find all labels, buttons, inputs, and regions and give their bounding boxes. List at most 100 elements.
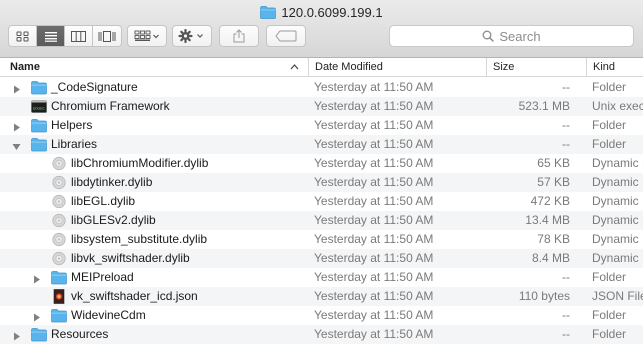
file-size: -- [562,118,570,132]
list-view-button[interactable] [37,26,65,46]
folder-icon [31,80,47,95]
svg-text:exec: exec [33,106,45,112]
file-size: -- [562,308,570,322]
unix-executable-icon: exec [31,99,47,114]
file-row[interactable]: Helpers Yesterday at 11:50 AM -- Folder [0,116,643,135]
sort-ascending-icon [290,64,299,70]
file-row[interactable]: Libraries Yesterday at 11:50 AM -- Folder [0,135,643,154]
disclosure-triangle-collapsed-icon[interactable] [32,311,41,322]
disclosure-triangle-collapsed-icon[interactable] [12,330,21,341]
icon-view-icon [16,31,29,41]
date-modified: Yesterday at 11:50 AM [314,99,434,113]
date-modified: Yesterday at 11:50 AM [314,308,434,322]
date-modified: Yesterday at 11:50 AM [314,80,434,94]
file-name: libvk_swiftshader.dylib [71,251,190,265]
file-row[interactable]: WidevineCdm Yesterday at 11:50 AM -- Folder [0,306,643,325]
arrange-button[interactable] [127,25,167,47]
file-row[interactable]: MEIPreload Yesterday at 11:50 AM -- Folder [0,268,643,287]
view-mode-segmented-control[interactable] [8,25,122,47]
date-modified: Yesterday at 11:50 AM [314,213,434,227]
file-name: libChromiumModifier.dylib [71,156,209,170]
date-modified: Yesterday at 11:50 AM [314,270,434,284]
file-row[interactable]: libsystem_substitute.dylib Yesterday at 1… [0,230,643,249]
file-size: 78 KB [537,232,570,246]
size-column-header[interactable]: Size [486,58,586,77]
file-kind: Folder [592,137,627,151]
file-row[interactable]: _CodeSignature Yesterday at 11:50 AM -- Fol… [0,78,643,97]
window-title: 120.0.6099.199.1 [0,3,643,21]
dylib-icon [51,232,67,247]
folder-icon [31,327,47,342]
column-view-button[interactable] [65,26,93,46]
dylib-icon [51,251,67,266]
disclosure-triangle-collapsed-icon[interactable] [12,83,21,94]
file-row[interactable]: vk_swiftshader_icd.json Yesterday at 11:5… [0,287,643,306]
dylib-icon [51,194,67,209]
name-column-header[interactable]: Name [4,58,304,77]
list-view-icon [44,31,57,42]
file-row[interactable]: libChromiumModifier.dylib Yesterday at 11… [0,154,643,173]
file-size: 472 KB [530,194,570,208]
file-name: libsystem_substitute.dylib [71,232,208,246]
file-name: Resources [51,327,109,341]
file-kind: Dynamic Library [592,232,643,246]
file-name: vk_swiftshader_icd.json [71,289,198,303]
file-size: -- [562,270,570,284]
dylib-icon [51,213,67,228]
disclosure-triangle-collapsed-icon[interactable] [32,273,41,284]
file-row[interactable]: exec Chromium Framework Yesterday at 11:50… [0,97,643,116]
disclosure-triangle-collapsed-icon[interactable] [12,121,21,132]
file-size: 8.4 MB [531,251,570,265]
file-kind: Dynamic Library [592,156,643,170]
file-size: -- [562,80,570,94]
file-name: libGLESv2.dylib [71,213,156,227]
file-kind: Folder [592,270,627,284]
file-row[interactable]: libGLESv2.dylib Yesterday at 11:50 AM 13.4… [0,211,643,230]
gear-icon [178,29,203,43]
date-modified: Yesterday at 11:50 AM [314,175,434,189]
file-name: WidevineCdm [71,308,146,322]
search-icon [482,30,495,42]
file-kind: Dynamic Library [592,194,643,208]
file-row[interactable]: Resources Yesterday at 11:50 AM -- Folder [0,325,643,344]
file-name: libEGL.dylib [71,194,136,208]
date-modified: Yesterday at 11:50 AM [314,289,434,303]
folder-icon [51,270,67,285]
file-kind: Unix executable [592,99,643,113]
file-row[interactable]: libdytinker.dylib Yesterday at 11:50 AM 57… [0,173,643,192]
date-modified: Yesterday at 11:50 AM [314,156,434,170]
file-name: Libraries [51,137,98,151]
file-name: Chromium Framework [51,99,170,113]
date-modified: Yesterday at 11:50 AM [314,194,434,208]
finder-toolbar: 120.0.6099.199.1 Search [0,0,643,58]
disclosure-triangle-expanded-icon[interactable] [12,140,21,150]
column-view-icon [71,30,86,42]
date-modified: Yesterday at 11:50 AM [314,118,434,132]
file-size: 57 KB [537,175,570,189]
date-modified: Yesterday at 11:50 AM [314,137,434,151]
file-name: libdytinker.dylib [71,175,153,189]
share-button[interactable] [219,25,259,47]
file-kind: Dynamic Library [592,251,643,265]
file-kind: Dynamic Library [592,213,643,227]
folder-icon [31,118,47,133]
json-file-icon [51,289,67,304]
file-name: _CodeSignature [51,80,138,94]
icon-view-button[interactable] [9,26,37,46]
file-row[interactable]: libvk_swiftshader.dylib Yesterday at 11:5… [0,249,643,268]
window-title-text: 120.0.6099.199.1 [281,4,383,20]
date-modified-column-header[interactable]: Date Modified [308,58,486,77]
cover-flow-view-button[interactable] [93,26,121,46]
tags-button[interactable] [266,25,306,47]
kind-column-header[interactable]: Kind [586,58,643,77]
search-field[interactable]: Search [389,25,634,47]
date-modified: Yesterday at 11:50 AM [314,232,434,246]
action-menu-button[interactable] [172,25,212,47]
file-list: _CodeSignature Yesterday at 11:50 AM -- Fol… [0,78,643,344]
file-name: MEIPreload [71,270,134,284]
file-row[interactable]: libEGL.dylib Yesterday at 11:50 AM 472 KB D… [0,192,643,211]
dylib-icon [51,156,67,171]
file-size: 65 KB [537,156,570,170]
file-kind: JSON File [592,289,643,303]
cover-flow-view-icon [98,30,116,42]
